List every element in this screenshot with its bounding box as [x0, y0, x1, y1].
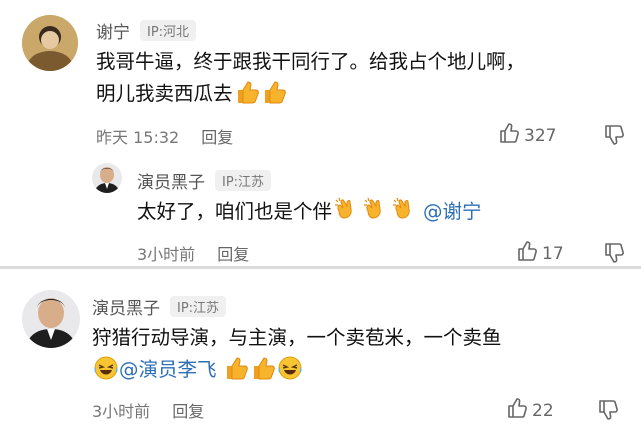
- mention-link[interactable]: @演员李飞: [119, 358, 217, 381]
- clapping-hands-emoji-icon: [333, 197, 361, 233]
- screenshot-divider: [0, 266, 641, 269]
- ip-badge: IP:河北: [140, 20, 197, 41]
- reply-author[interactable]: 演员黑子 IP:江苏: [137, 168, 272, 193]
- thumbs-up-icon: [506, 397, 528, 424]
- like-count: 327: [524, 125, 557, 146]
- clapping-hands-emoji-icon: [391, 197, 419, 233]
- reply-button[interactable]: 回复: [217, 245, 249, 264]
- comment-meta: 昨天 15:32 回复: [96, 124, 233, 148]
- ip-badge: IP:江苏: [215, 170, 272, 191]
- comment-author[interactable]: 演员黑子 IP:江苏: [92, 294, 227, 319]
- comment-text-line1: 我哥牛逼，终于跟我干同行了。给我占个地儿啊，: [96, 50, 526, 73]
- thumbs-up-emoji-icon: [234, 79, 260, 115]
- like-button[interactable]: 327: [498, 122, 556, 149]
- comment-meta: 3小时前 回复: [92, 398, 204, 422]
- comment-time: 3小时前: [92, 402, 151, 421]
- comment-text: 我哥牛逼，终于跟我干同行了。给我占个地儿啊， 明儿我卖西瓜去: [96, 46, 525, 115]
- dislike-button[interactable]: [603, 242, 625, 268]
- mention-link[interactable]: @谢宁: [423, 200, 482, 223]
- thumbs-down-icon: [597, 400, 619, 425]
- reply-text: 太好了，咱们也是个伴 @谢宁: [137, 196, 482, 233]
- ip-badge: IP:江苏: [170, 296, 227, 317]
- thumbs-up-emoji-icon: [261, 79, 287, 115]
- reply-meta: 3小时前 回复: [137, 241, 249, 265]
- avatar-xiening[interactable]: [22, 15, 78, 71]
- reply-button[interactable]: 回复: [201, 128, 233, 147]
- thumbs-up-emoji-icon: [250, 355, 276, 391]
- comment-text-line2: 明儿我卖西瓜去: [96, 82, 233, 105]
- thumbs-up-emoji-icon: [223, 355, 249, 391]
- author-name: 演员黑子: [92, 299, 160, 319]
- reply-time: 3小时前: [137, 245, 196, 264]
- like-button[interactable]: 17: [516, 240, 564, 267]
- thumbs-up-icon: [516, 240, 538, 267]
- reply-button[interactable]: 回复: [172, 402, 204, 421]
- author-name: 谢宁: [96, 23, 130, 43]
- comment-text-line1: 狩猎行动导演，与主演，一个卖苞米，一个卖鱼: [92, 326, 502, 349]
- avatar-heizi[interactable]: [92, 163, 122, 193]
- dislike-button[interactable]: [597, 399, 619, 425]
- comment-author[interactable]: 谢宁 IP:河北: [96, 18, 197, 43]
- like-count: 22: [532, 400, 554, 421]
- author-name: 演员黑子: [137, 173, 205, 193]
- comment-text: 狩猎行动导演，与主演，一个卖苞米，一个卖鱼 @演员李飞: [92, 322, 502, 391]
- laughing-face-emoji-icon: [93, 355, 119, 391]
- thumbs-down-icon: [603, 125, 625, 150]
- comment-time: 昨天 15:32: [96, 128, 180, 147]
- reply-text-body: 太好了，咱们也是个伴: [137, 200, 333, 223]
- dislike-button[interactable]: [603, 124, 625, 150]
- like-button[interactable]: 22: [506, 397, 554, 424]
- like-count: 17: [542, 243, 564, 264]
- laughing-face-emoji-icon: [277, 355, 303, 391]
- clapping-hands-emoji-icon: [362, 197, 390, 233]
- avatar-heizi[interactable]: [22, 290, 80, 348]
- thumbs-up-icon: [498, 122, 520, 149]
